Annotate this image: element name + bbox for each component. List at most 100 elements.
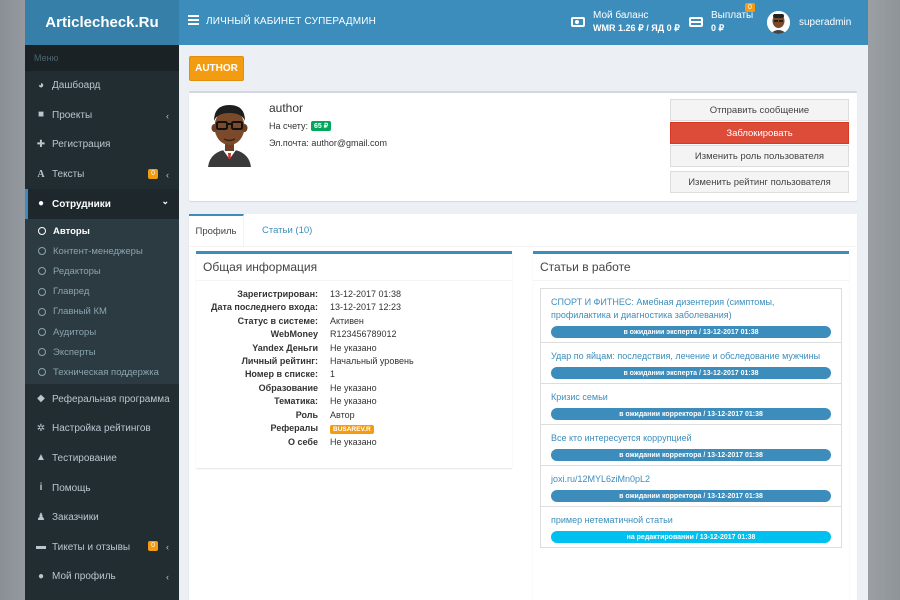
staff-submenu: Авторы Контент-менеджеры Редакторы Главр… (25, 218, 179, 385)
navbar: ЛИЧНЫЙ КАБИНЕТ СУПЕРАДМИН Мой баланс WMR… (179, 0, 868, 45)
user-card: author На счету: 65 ₽ Эл.почта: author@g… (189, 91, 857, 201)
sidebar-item-tickets[interactable]: ▬ Тикеты и отзывы 0 ‹ (25, 532, 179, 562)
sidebar-item-projects[interactable]: ■ Проекты ‹ (25, 101, 179, 131)
balance-widget[interactable]: Мой баланс WMR 1.26 ₽ / ЯД 0 ₽ (571, 9, 680, 35)
circle-icon (38, 287, 46, 296)
sidebar-item-testing[interactable]: ▲ Тестирование (25, 444, 179, 474)
sidebar-item-help[interactable]: i Помощь (25, 473, 179, 503)
sidebar-item-customers[interactable]: ♟ Заказчики (25, 503, 179, 533)
balance-label: Мой баланс (593, 10, 649, 21)
info-row: О себе Не указано (288, 437, 377, 448)
info-row: Статус в системе: Активен (237, 315, 364, 326)
general-info-title: Общая информация (196, 254, 512, 281)
list-item: Кризис семьи в ожидании корректора / 13-… (541, 384, 841, 425)
circle-icon (38, 328, 46, 336)
circle-icon (38, 247, 46, 256)
payouts-value: 0 ₽ (711, 23, 725, 33)
sidebar-item-profile[interactable]: ● Мой профиль ‹ (25, 562, 179, 592)
sidebar-item-referral[interactable]: ◆ Реферальная программа (25, 384, 179, 414)
ticket-icon: ▬ (36, 541, 46, 553)
chevron-down-icon: ⌄ (161, 196, 169, 207)
info-icon: i (39, 482, 43, 494)
credit-card-icon (689, 17, 703, 27)
money-icon (571, 17, 585, 27)
circle-icon (38, 227, 46, 236)
submenu-item-chief-km[interactable]: Главный КМ (25, 302, 179, 322)
role-button[interactable]: AUTHOR (189, 56, 244, 81)
texts-count-badge: 0 (148, 168, 158, 179)
general-info-panel: Общая информация Зарегистрирован: 13-12-2… (196, 251, 512, 468)
status-badge: в ожидании эксперта / 13-12-2017 01:38 (551, 326, 831, 338)
article-link[interactable]: Кризис семьи (551, 391, 831, 404)
tab-bar: Профиль Статьи (10) (189, 214, 857, 247)
username: superadmin (799, 17, 852, 28)
submenu-item-experts[interactable]: Эксперты (25, 342, 179, 362)
tabs-container: Профиль Статьи (10) Общая информация Зар… (189, 214, 857, 600)
chevron-left-icon: ‹ (166, 169, 169, 180)
main-header: Articlecheck.Ru ЛИЧНЫЙ КАБИНЕТ СУПЕРАДМИ… (25, 0, 868, 45)
payouts-badge: 0 (745, 3, 755, 12)
info-list: Зарегистрирован: 13-12-2017 01:38 Дата по… (196, 281, 512, 450)
block-user-button[interactable]: Заблокировать (670, 122, 849, 144)
circle-icon (38, 267, 46, 276)
user-name: author (269, 101, 304, 115)
chevron-left-icon: ‹ (166, 572, 169, 583)
logo[interactable]: Articlecheck.Ru (25, 0, 179, 45)
submenu-item-auditors[interactable]: Аудиторы (25, 322, 179, 342)
sidebar-item-dashboard[interactable]: ◕ Дашбоард (25, 71, 179, 101)
articles-list: СПОРТ И ФИТНЕС: Амебная дизентерия (симп… (540, 288, 842, 548)
submenu-item-support[interactable]: Техническая поддержка (25, 362, 179, 382)
article-link[interactable]: Все кто интересуется коррупцией (551, 432, 831, 445)
info-row: Роль Автор (295, 409, 355, 420)
app-window: Articlecheck.Ru ЛИЧНЫЙ КАБИНЕТ СУПЕРАДМИ… (25, 0, 868, 600)
article-link[interactable]: СПОРТ И ФИТНЕС: Амебная дизентерия (симп… (551, 296, 831, 322)
male-icon: ♟ (36, 511, 46, 523)
list-item: СПОРТ И ФИТНЕС: Амебная дизентерия (симп… (541, 289, 841, 343)
sidebar-item-texts[interactable]: A Тексты 0 ‹ (25, 160, 179, 190)
change-role-button[interactable]: Изменить роль пользователя (670, 145, 849, 167)
sidebar-item-registration[interactable]: ✚ Регистрация (25, 130, 179, 160)
info-row: WebMoney R123456789012 (270, 329, 397, 340)
chevron-left-icon: ‹ (166, 542, 169, 553)
status-badge: в ожидании корректора / 13-12-2017 01:38 (551, 408, 831, 420)
sidebar-item-ratings[interactable]: ✲ Настройка рейтингов (25, 414, 179, 444)
user-menu[interactable]: superadmin (767, 11, 851, 34)
users-icon: ● (37, 198, 45, 210)
account-balance: На счету: 65 ₽ (269, 121, 332, 131)
info-row: Личный рейтинг: Начальный уровень (241, 356, 414, 367)
user-avatar (202, 99, 257, 167)
payouts-widget[interactable]: Выплаты 0 ₽ (689, 9, 753, 35)
folder-icon: ■ (37, 109, 45, 121)
referral-badge[interactable]: BUSAREV.R (330, 425, 374, 435)
change-rating-button[interactable]: Изменить рейтинг пользователя (670, 171, 849, 193)
sidebar-item-staff[interactable]: ● Сотрудники ⌄ (25, 189, 179, 219)
cogs-icon: ✲ (36, 422, 46, 434)
tab-articles[interactable]: Статьи (10) (262, 214, 312, 247)
menu-toggle-icon[interactable] (188, 15, 199, 25)
font-icon: A (37, 168, 45, 180)
balance-value: WMR 1.26 ₽ / ЯД 0 ₽ (593, 23, 680, 33)
status-badge: на редактировании / 13-12-2017 01:38 (551, 531, 831, 543)
balance-badge: 65 ₽ (311, 121, 332, 131)
list-item: joxi.ru/12MYL6ziMn0pL2 в ожидании коррек… (541, 466, 841, 507)
article-link[interactable]: пример нетематичной статьи (551, 514, 831, 527)
dashboard-icon: ◕ (37, 79, 45, 91)
user-plus-icon: ✚ (36, 138, 46, 150)
info-row: Образование Не указано (258, 382, 377, 393)
sidebar-menu-title: Меню (25, 45, 179, 71)
submenu-item-editors[interactable]: Редакторы (25, 261, 179, 281)
list-item: Все кто интересуется коррупцией в ожидан… (541, 425, 841, 466)
circle-icon (38, 307, 46, 316)
tab-profile[interactable]: Профиль (189, 214, 244, 247)
user-icon: ● (37, 570, 45, 582)
user-email: Эл.почта: author@gmail.com (269, 138, 387, 148)
send-message-button[interactable]: Отправить сообщение (670, 99, 849, 121)
circle-icon (38, 368, 46, 377)
submenu-item-authors[interactable]: Авторы (25, 221, 179, 241)
submenu-item-chief-editor[interactable]: Главред (25, 282, 179, 302)
info-row: Тематика: Не указано (274, 396, 377, 407)
article-link[interactable]: Удар по яйцам: последствия, лечение и об… (551, 350, 831, 363)
articles-in-work-panel: Статьи в работе СПОРТ И ФИТНЕС: Амебная … (533, 251, 849, 600)
article-link[interactable]: joxi.ru/12MYL6ziMn0pL2 (551, 473, 831, 486)
submenu-item-content-managers[interactable]: Контент-менеджеры (25, 241, 179, 261)
